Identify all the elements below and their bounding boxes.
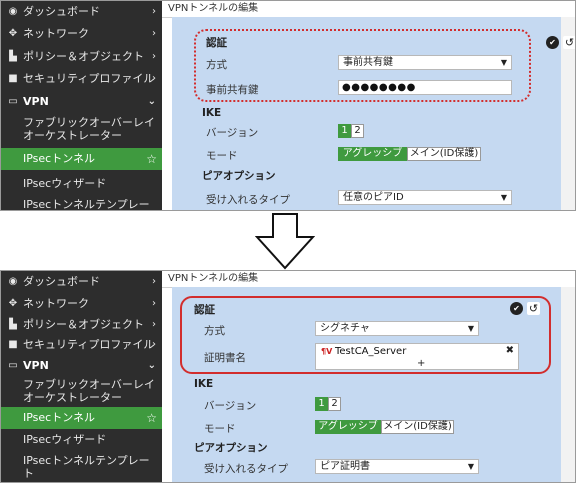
sidebar-item-ipsec-wizard[interactable]: IPsecウィザード xyxy=(1,433,162,447)
lock-icon: ■ xyxy=(8,73,18,84)
chevron-down-icon: ⌄ xyxy=(147,96,156,107)
star-icon[interactable]: ☆ xyxy=(146,148,157,170)
laptop-icon: ▭ xyxy=(8,360,18,371)
sidebar-item-label: IPsecトンネル xyxy=(23,152,96,165)
sidebar-item-label: ファブリックオーバーレイ xyxy=(23,116,155,129)
lock-icon: ■ xyxy=(8,339,18,350)
accept-type-select[interactable]: 任意のピアID ▼ xyxy=(338,190,512,205)
version-1-toggle[interactable]: 1 xyxy=(315,397,328,411)
sidebar-item-label: ダッシュボード xyxy=(23,275,100,288)
sidebar-item-ipsec-template[interactable]: IPsecトンネルテンプレー xyxy=(1,198,162,211)
sidebar-item-label: ト xyxy=(23,467,34,480)
dashboard-icon: ◉ xyxy=(8,276,18,287)
sidebar-item-label: VPN xyxy=(23,95,49,108)
check-icon[interactable]: ✔ xyxy=(546,36,559,49)
ike-section-header: IKE xyxy=(194,378,214,390)
ike-section-header: IKE xyxy=(202,107,222,119)
accept-type-label: 受け入れるタイプ xyxy=(204,463,288,475)
star-icon[interactable]: ☆ xyxy=(146,407,157,429)
sidebar-item-vpn[interactable]: ▭ VPN ⌄ xyxy=(1,95,162,109)
policy-icon: ▙ xyxy=(9,51,17,62)
sidebar-item-label: ダッシュボード xyxy=(23,5,100,18)
accept-type-select[interactable]: ピア証明書 ▼ xyxy=(315,459,479,474)
down-arrow-icon xyxy=(255,213,315,270)
sidebar-item-policy[interactable]: ▙ ポリシー＆オブジェクト › xyxy=(1,50,162,64)
sidebar-item-label: ネットワーク xyxy=(23,27,89,40)
sidebar: ◉ ダッシュボード › ✥ ネットワーク › ▙ ポリシー＆オブジェクト › ■… xyxy=(1,1,162,210)
sidebar-item-label: ファブリックオーバーレイ xyxy=(23,378,155,391)
peer-options-header: ピアオプション xyxy=(194,442,268,454)
highlight-solid-box xyxy=(180,296,551,374)
version-label: バージョン xyxy=(204,400,257,412)
mode-label: モード xyxy=(204,423,236,435)
sidebar-item-label: IPsecトンネル xyxy=(23,411,96,424)
mode-label: モード xyxy=(206,150,238,162)
network-icon: ✥ xyxy=(8,298,18,309)
sidebar-item-ipsec-tunnels[interactable]: IPsecトンネル ☆ xyxy=(1,407,162,429)
sidebar-item-label: ネットワーク xyxy=(23,297,89,310)
sidebar-item-ipsec-template[interactable]: IPsecトンネルテンプレー ト xyxy=(1,454,162,482)
sidebar-item-policy[interactable]: ▙ ポリシー＆オブジェクト › xyxy=(1,318,162,332)
sidebar-item-label: セキュリティプロファイル xyxy=(23,72,155,85)
chevron-right-icon: › xyxy=(152,298,156,309)
sidebar-item-label: IPsecトンネルテンプレー xyxy=(23,454,150,467)
chevron-right-icon: › xyxy=(152,319,156,330)
chevron-right-icon: › xyxy=(152,6,156,17)
sidebar-item-label: オーケストレーター xyxy=(23,129,122,142)
reset-icon[interactable]: ↺ xyxy=(563,36,575,49)
mode-main-toggle[interactable]: メイン(ID保護) xyxy=(381,420,454,434)
version-2-toggle[interactable]: 2 xyxy=(351,124,364,138)
version-1-toggle[interactable]: 1 xyxy=(338,124,351,138)
sidebar: ◉ ダッシュボード › ✥ ネットワーク › ▙ ポリシー＆オブジェクト › ■… xyxy=(1,271,162,482)
version-label: バージョン xyxy=(206,127,259,139)
dashboard-icon: ◉ xyxy=(8,6,18,17)
sidebar-item-label: IPsecウィザード xyxy=(23,433,107,446)
sidebar-item-label: ポリシー＆オブジェクト xyxy=(23,50,144,63)
chevron-down-icon: ⌄ xyxy=(147,360,156,371)
sidebar-item-security-profiles[interactable]: ■ セキュリティプロファイル › xyxy=(1,338,162,352)
chevron-right-icon: › xyxy=(152,51,156,62)
sidebar-item-label: VPN xyxy=(23,359,49,372)
accept-type-label: 受け入れるタイプ xyxy=(206,194,290,206)
sidebar-item-fabric-overlay[interactable]: ファブリックオーバーレイ オーケストレーター xyxy=(1,116,162,146)
chevron-right-icon: › xyxy=(152,339,156,350)
page-title: VPNトンネルの編集 xyxy=(162,1,575,18)
sidebar-item-network[interactable]: ✥ ネットワーク › xyxy=(1,27,162,41)
chevron-right-icon: › xyxy=(152,276,156,287)
sidebar-item-label: セキュリティプロファイル xyxy=(23,338,155,351)
sidebar-item-label: オーケストレーター xyxy=(23,391,122,404)
accept-type-select-value: ピア証明書 xyxy=(320,461,370,472)
version-2-toggle[interactable]: 2 xyxy=(328,397,341,411)
before-screenshot-panel: ◉ ダッシュボード › ✥ ネットワーク › ▙ ポリシー＆オブジェクト › ■… xyxy=(0,0,576,211)
dropdown-arrow-icon: ▼ xyxy=(467,462,474,471)
sidebar-item-ipsec-wizard[interactable]: IPsecウィザード xyxy=(1,177,162,191)
sidebar-item-fabric-overlay[interactable]: ファブリックオーバーレイ オーケストレーター xyxy=(1,378,162,408)
policy-icon: ▙ xyxy=(9,319,17,330)
highlight-dotted-box xyxy=(194,29,531,102)
peer-options-header: ピアオプション xyxy=(202,170,276,182)
sidebar-item-dashboard[interactable]: ◉ ダッシュボード › xyxy=(1,5,162,19)
dropdown-arrow-icon: ▼ xyxy=(500,193,507,202)
sidebar-item-network[interactable]: ✥ ネットワーク › xyxy=(1,297,162,311)
after-screenshot-panel: ◉ ダッシュボード › ✥ ネットワーク › ▙ ポリシー＆オブジェクト › ■… xyxy=(0,270,576,483)
mode-aggressive-toggle[interactable]: アグレッシブ xyxy=(315,420,381,434)
chevron-right-icon: › xyxy=(152,73,156,84)
sidebar-item-ipsec-tunnels[interactable]: IPsecトンネル ☆ xyxy=(1,148,162,170)
sidebar-item-vpn[interactable]: ▭ VPN ⌄ xyxy=(1,359,162,373)
sidebar-item-label: IPsecウィザード xyxy=(23,177,107,190)
network-icon: ✥ xyxy=(8,28,18,39)
chevron-right-icon: › xyxy=(152,28,156,39)
sidebar-item-dashboard[interactable]: ◉ ダッシュボード › xyxy=(1,275,162,289)
mode-main-toggle[interactable]: メイン(ID保護) xyxy=(407,147,481,161)
sidebar-item-label: ポリシー＆オブジェクト xyxy=(23,318,144,331)
sidebar-item-security-profiles[interactable]: ■ セキュリティプロファイル › xyxy=(1,72,162,86)
sidebar-item-label: IPsecトンネルテンプレー xyxy=(23,198,150,211)
mode-aggressive-toggle[interactable]: アグレッシブ xyxy=(338,147,407,161)
page-title: VPNトンネルの編集 xyxy=(162,271,575,288)
form-gutter xyxy=(561,287,575,482)
accept-type-select-value: 任意のピアID xyxy=(343,192,404,203)
laptop-icon: ▭ xyxy=(8,96,18,107)
